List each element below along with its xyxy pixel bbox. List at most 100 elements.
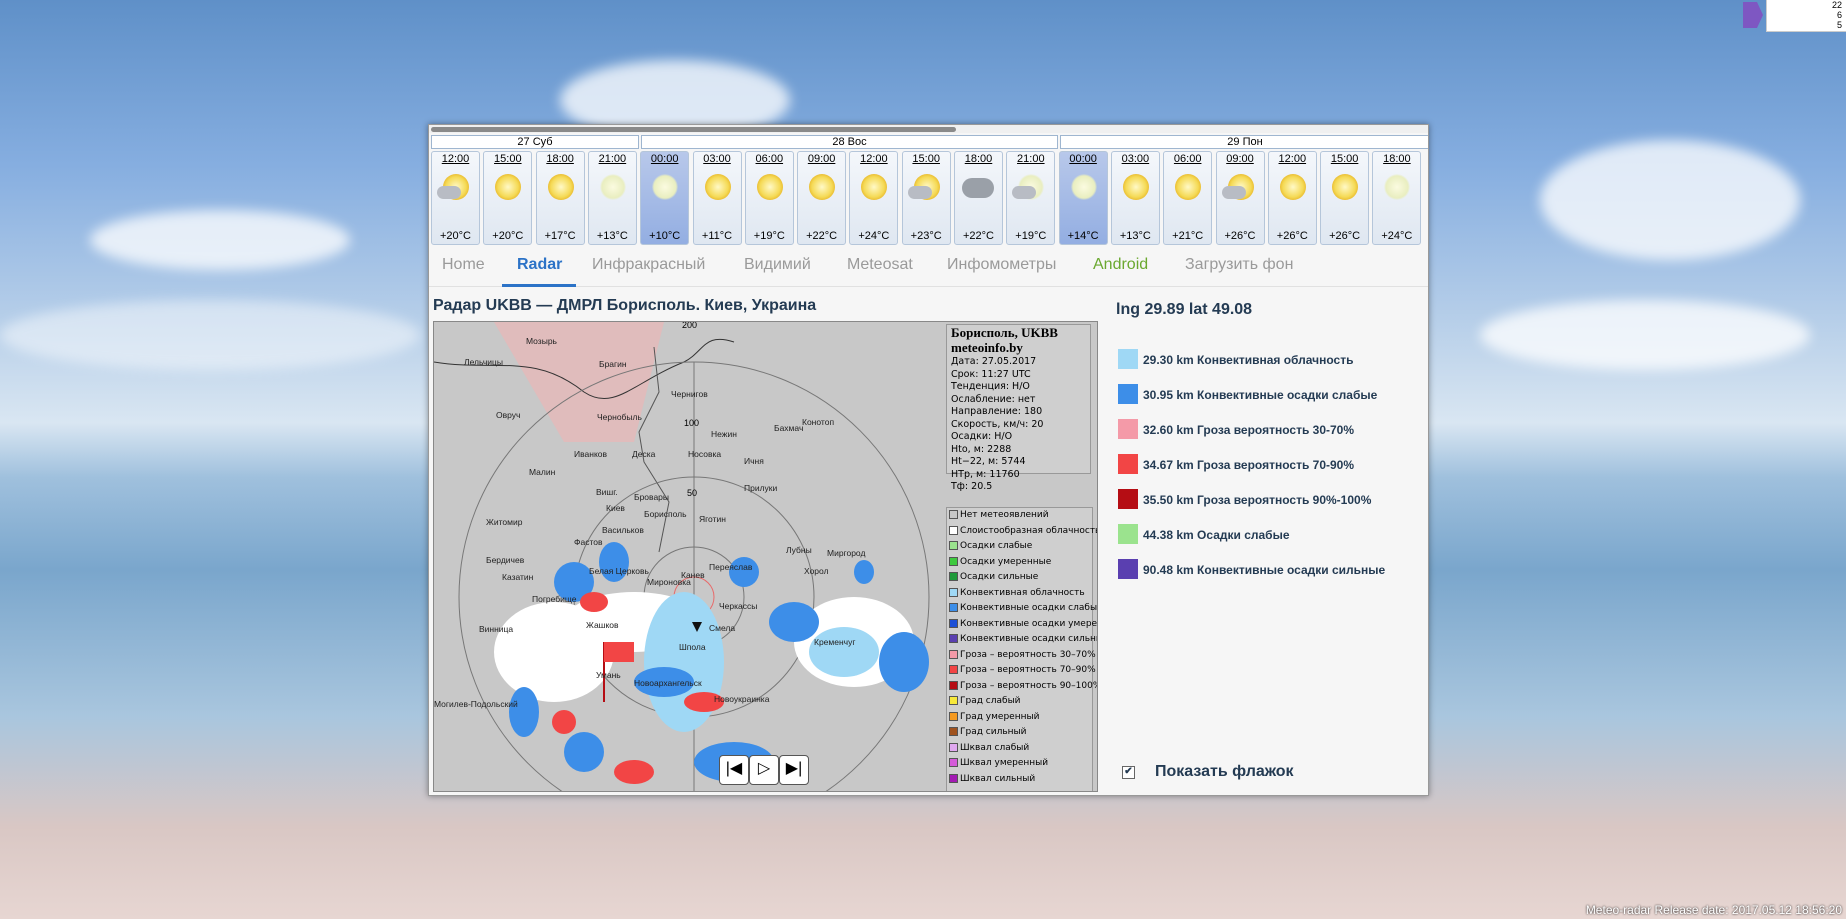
forecast-hour-card[interactable]: 15:00 +20°C (483, 151, 533, 245)
forecast-time[interactable]: 00:00 (1060, 153, 1107, 165)
legend-swatch (949, 758, 958, 767)
app-tray-icon[interactable] (1743, 2, 1763, 28)
forecast-time[interactable]: 12:00 (432, 153, 479, 165)
forecast-hour-card[interactable]: 06:00 +19°C (744, 151, 794, 245)
forecast-time[interactable]: 00:00 (641, 153, 688, 165)
sun-cloud-icon (907, 174, 940, 200)
forecast-time[interactable]: 06:00 (746, 153, 793, 165)
city-label: Кременчуг (814, 637, 856, 647)
radar-title: Радар UKBB — ДМРЛ Борисполь. Киев, Украи… (433, 297, 817, 314)
tab-meteosat[interactable]: Meteosat (847, 256, 913, 274)
tab-visible[interactable]: Видимий (744, 256, 811, 274)
forecast-temp: +21°C (1172, 230, 1204, 242)
city-label: Васильков (602, 525, 644, 535)
city-label: Белая Церковь (589, 566, 649, 576)
forecast-time[interactable]: 12:00 (850, 153, 897, 165)
city-label: Борисполь (644, 509, 687, 519)
forecast-temp: +22°C (806, 230, 838, 242)
forecast-hour-card[interactable]: 12:00 +24°C (849, 151, 899, 245)
tray-line: 5 (1836, 20, 1842, 30)
city-label: Прилуки (744, 483, 778, 493)
forecast-hour-card[interactable]: 15:00 +23°C (901, 151, 951, 245)
forecast-time[interactable]: 18:00 (1373, 153, 1420, 165)
tab-infrared[interactable]: Инфракрасный (592, 256, 705, 274)
forecast-hour-card[interactable]: 18:00 +17°C (535, 151, 585, 245)
forecast-hour-card[interactable]: 21:00 +19°C (1006, 151, 1056, 245)
radar-info-line: Тф: 20.5 (951, 481, 993, 492)
legend-swatch (949, 680, 958, 690)
legend-swatch (949, 711, 958, 721)
echo-legend-label: 30.95 km Конвективные осадки слабые (1143, 388, 1378, 402)
forecast-scrollbar-thumb[interactable] (431, 127, 956, 132)
forecast-time[interactable]: 06:00 (1164, 153, 1211, 165)
radar-legend-item: Шквал слабый (947, 741, 1092, 757)
forecast-hour-card[interactable]: 06:00 +21°C (1163, 151, 1213, 245)
forecast-time[interactable]: 09:00 (798, 153, 845, 165)
forecast-hour-card[interactable]: 18:00 +24°C (1372, 151, 1422, 245)
forecast-time[interactable]: 09:00 (1217, 153, 1264, 165)
forecast-hour-card[interactable]: 18:00 +22°C (954, 151, 1003, 245)
radar-legend-item: Осадки слабые (947, 539, 1092, 555)
forecast-time[interactable]: 15:00 (484, 153, 531, 165)
city-label: Нежин (711, 429, 737, 439)
forecast-hour-card[interactable]: 15:00 +26°C (1320, 151, 1370, 245)
legend-swatch (949, 525, 958, 535)
forecast-time[interactable]: 12:00 (1269, 153, 1316, 165)
sun-icon (1279, 174, 1306, 200)
station-name: Борисполь, UKBB (951, 325, 1058, 340)
radar-legend-item: Конвективные осадки умерен. (947, 617, 1097, 633)
forecast-scrollbar[interactable] (429, 125, 1428, 133)
moon-icon (652, 174, 679, 200)
legend-swatch (949, 696, 958, 705)
forecast-hour-card[interactable]: 21:00 +13°C (587, 151, 637, 245)
release-date: Meteo-radar Release date: 2017.05.12 18:… (1585, 903, 1842, 917)
forecast-time[interactable]: 21:00 (1007, 153, 1054, 165)
tab-infometers[interactable]: Инфомометры (947, 256, 1056, 274)
forecast-time[interactable]: 03:00 (694, 153, 741, 165)
forecast-time[interactable]: 03:00 (1112, 153, 1159, 165)
background-cloud (1540, 140, 1800, 260)
forecast-temp: +10°C (649, 230, 681, 242)
radar-info-line: Срок: 11:27 UTC (951, 368, 1031, 380)
forecast-time[interactable]: 18:00 (537, 153, 584, 165)
legend-label: Шквал сильный (960, 773, 1036, 784)
day-header: 29 Пон (1060, 135, 1428, 149)
city-label: Ичня (744, 456, 764, 466)
forecast-hour-card[interactable]: 03:00 +13°C (1110, 151, 1160, 245)
forecast-time[interactable]: 15:00 (903, 153, 950, 165)
show-flag-checkbox[interactable]: ✔ (1122, 766, 1135, 779)
forecast-hour-card[interactable]: 00:00 +10°C (640, 151, 690, 245)
forecast-time[interactable]: 15:00 (1321, 153, 1368, 165)
city-label: Черкассы (719, 601, 758, 611)
forecast-hour-card[interactable]: 09:00 +22°C (797, 151, 847, 245)
sun-icon (756, 174, 783, 200)
first-frame-button[interactable]: |◀ (719, 755, 749, 785)
echo-color-swatch (1118, 349, 1138, 369)
forecast-hour-card[interactable]: 12:00 +26°C (1267, 151, 1317, 245)
city-label: Малин (529, 467, 556, 477)
forecast-hour-card[interactable]: 09:00 +26°C (1215, 151, 1265, 245)
forecast-hour-card[interactable]: 00:00 +14°C (1058, 151, 1108, 245)
radar-image[interactable]: 200 100 50 Мозырь Лельчицы Брагин Чернигов О… (433, 321, 1098, 792)
tab-android[interactable]: Android (1093, 256, 1148, 274)
city-label: Погребище (532, 594, 577, 604)
radar-legend-item: Слоистообразная облачность (947, 524, 1097, 540)
echo-color-swatch (1118, 419, 1138, 439)
overcast-icon (962, 174, 994, 200)
radar-info-line: Ослабление: нет (951, 393, 1036, 405)
forecast-hour-card[interactable]: 12:00 +20°C (431, 151, 480, 245)
legend-swatch (949, 665, 958, 674)
last-frame-button[interactable]: ▶| (779, 755, 809, 785)
tab-upload-background[interactable]: Загрузить фон (1185, 256, 1293, 274)
city-label: Бровары (634, 492, 670, 502)
radar-info-line: НТр, м: 11760 (951, 468, 1020, 480)
forecast-time[interactable]: 18:00 (955, 153, 1002, 165)
play-button[interactable]: ▷ (749, 755, 779, 785)
tab-radar[interactable]: Radar (517, 256, 562, 274)
city-label: Овруч (496, 410, 521, 420)
legend-label: Шквал слабый (960, 742, 1030, 753)
forecast-hour-card[interactable]: 03:00 +11°C (692, 151, 742, 245)
radar-legend-item: Конвективные осадки слабые (947, 601, 1097, 617)
forecast-time[interactable]: 21:00 (589, 153, 636, 165)
tab-home[interactable]: Home (442, 256, 485, 274)
